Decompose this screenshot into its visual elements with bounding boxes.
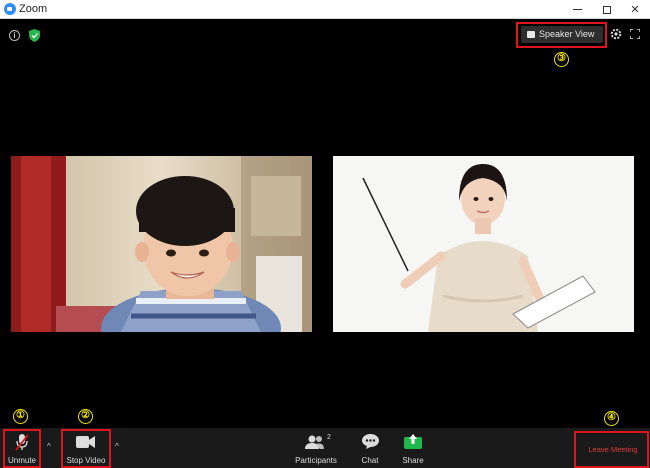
callout-box-leave-meeting [574,431,649,468]
callout-number-4: ④ [604,411,619,426]
participant-video-teacher[interactable] [333,156,634,332]
maximize-icon [603,5,611,14]
shield-icon[interactable] [29,29,40,42]
window-title: Zoom [19,3,48,15]
close-button[interactable]: ✕ [620,0,650,19]
share-button[interactable]: Share [398,428,428,468]
minimize-button[interactable] [562,0,592,19]
share-label: Share [402,456,424,465]
info-icon[interactable]: i [9,30,20,41]
callout-box-unmute [3,429,41,468]
participants-label: Participants [295,456,337,465]
teacher-video-frame [333,156,634,332]
child-video-frame [11,156,312,332]
gear-icon[interactable] [610,28,622,40]
window-titlebar: Zoom ✕ [0,0,650,19]
participant-video-child[interactable] [11,156,312,332]
chat-label: Chat [361,456,379,465]
participants-count: 2 [327,434,331,441]
callout-box-stop-video [61,429,111,468]
participants-icon [305,435,324,449]
chat-button[interactable]: Chat [355,428,385,468]
callout-box-speaker-view [516,22,607,48]
meeting-toolbar: Unmute ^ Stop Video ^ 2 Participants Cha… [0,428,650,468]
callout-number-3: ③ [554,52,569,67]
close-icon: ✕ [630,4,640,16]
minimize-icon [572,9,582,10]
fullscreen-icon[interactable] [630,29,640,39]
share-icon [404,434,422,449]
maximize-button[interactable] [592,0,622,19]
callout-number-1: ① [13,409,28,424]
zoom-app-icon [4,3,16,15]
audio-options-caret[interactable]: ^ [47,442,51,451]
chat-icon [362,434,379,449]
participants-button[interactable]: 2 Participants [292,428,340,468]
video-options-caret[interactable]: ^ [115,442,119,451]
callout-number-2: ② [78,409,93,424]
video-stage: i Speaker View ③ [0,20,650,428]
